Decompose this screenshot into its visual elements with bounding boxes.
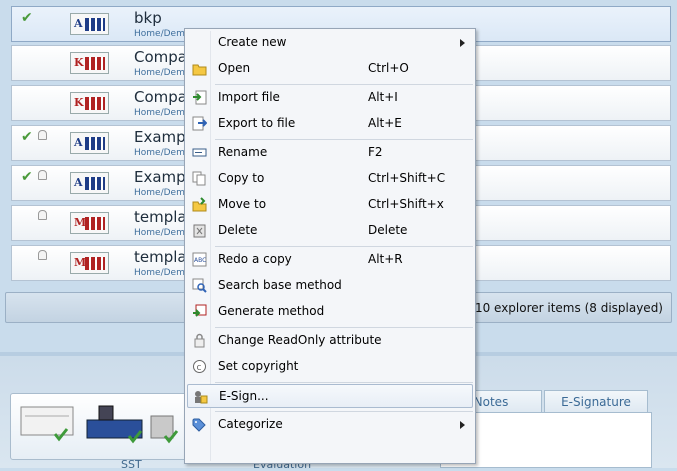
menu-item-shortcut: Delete xyxy=(368,223,408,237)
menu-item-e-sign[interactable]: E-Sign... xyxy=(187,384,473,408)
menu-separator xyxy=(215,139,473,140)
tag-icon xyxy=(192,417,207,432)
item-name: Exampl xyxy=(134,168,190,186)
method-type-icon: M xyxy=(70,252,109,274)
item-name: templa xyxy=(134,248,187,266)
menu-item-shortcut: Ctrl+O xyxy=(368,61,409,75)
method-type-icon: A xyxy=(70,13,109,35)
copy-icon xyxy=(192,171,207,186)
context-menu: Create new Open Ctrl+O Import file Alt+I Expo… xyxy=(184,28,476,464)
export-icon xyxy=(192,116,208,131)
lock-icon xyxy=(38,210,47,220)
menu-item-shortcut: Alt+I xyxy=(368,90,398,104)
tab-e-signature[interactable]: E-Signature xyxy=(544,390,648,412)
menu-item-import-file[interactable]: Import file Alt+I xyxy=(187,86,473,110)
instrument-images xyxy=(10,393,197,460)
method-type-icon: K xyxy=(70,52,109,74)
menu-item-generate-method[interactable]: Generate method xyxy=(187,300,473,324)
lock-icon xyxy=(192,333,207,348)
menu-item-label: E-Sign... xyxy=(219,389,269,403)
menu-item-label: Rename xyxy=(218,145,268,159)
rename-icon xyxy=(192,145,207,160)
method-type-icon: M xyxy=(70,212,109,234)
search-method-icon xyxy=(192,278,207,293)
menu-separator xyxy=(215,411,473,412)
item-name: bkp xyxy=(134,9,162,27)
item-path: Home/Demo xyxy=(134,268,191,278)
status-text: 10 explorer items (8 displayed) xyxy=(474,301,663,315)
menu-item-export-to-file[interactable]: Export to file Alt+E xyxy=(187,112,473,136)
method-type-icon: A xyxy=(70,132,109,154)
menu-item-label: Export to file xyxy=(218,116,296,130)
svg-text:c: c xyxy=(197,363,202,373)
menu-item-shortcut: Ctrl+Shift+x xyxy=(368,197,444,211)
menu-item-label: Copy to xyxy=(218,171,265,185)
menu-item-categorize[interactable]: Categorize xyxy=(187,413,473,437)
menu-item-label: Categorize xyxy=(218,417,283,431)
checkmark-icon: ✔ xyxy=(21,169,33,185)
lock-icon xyxy=(38,170,47,180)
menu-item-delete[interactable]: Delete Delete xyxy=(187,219,473,243)
menu-item-shortcut: Ctrl+Shift+C xyxy=(368,171,446,185)
submenu-arrow-icon xyxy=(460,39,465,47)
item-path: Home/Demo xyxy=(134,68,191,78)
lock-icon xyxy=(38,250,47,260)
menu-item-label: Redo a copy xyxy=(218,252,292,266)
menu-item-move-to[interactable]: Move to Ctrl+Shift+x xyxy=(187,193,473,217)
item-name: Exampl xyxy=(134,128,190,146)
menu-separator xyxy=(215,84,473,85)
sst-label: SST xyxy=(121,458,142,471)
generate-method-icon xyxy=(192,304,207,319)
menu-item-copy-to[interactable]: Copy to Ctrl+Shift+C xyxy=(187,167,473,191)
menu-item-shortcut: Alt+R xyxy=(368,252,403,266)
menu-item-label: Generate method xyxy=(218,304,325,318)
item-path: Home/Demo xyxy=(134,108,191,118)
menu-item-label: Delete xyxy=(218,223,258,237)
menu-item-label: Create new xyxy=(218,35,287,49)
item-path: Home/Demo xyxy=(134,228,191,238)
redo-copy-icon: ABC xyxy=(192,252,207,267)
item-name: Compa xyxy=(134,48,187,66)
menu-item-label: Change ReadOnly attribute xyxy=(218,333,382,347)
svg-text:ABC: ABC xyxy=(194,257,206,264)
lock-icon xyxy=(38,130,47,140)
menu-item-rename[interactable]: Rename F2 xyxy=(187,141,473,165)
checkmark-icon: ✔ xyxy=(21,129,33,145)
import-icon xyxy=(192,90,207,105)
menu-item-set-copyright[interactable]: c Set copyright xyxy=(187,355,473,379)
delete-icon xyxy=(192,223,207,238)
menu-separator xyxy=(215,382,473,383)
instrument-illustration xyxy=(20,405,179,444)
item-name: templa xyxy=(134,208,187,226)
menu-separator xyxy=(215,327,473,328)
checkmark-icon: ✔ xyxy=(21,10,33,26)
method-type-icon: A xyxy=(70,172,109,194)
item-path: Home/Demo xyxy=(134,148,191,158)
menu-item-label: Move to xyxy=(218,197,267,211)
menu-item-change-readonly-attribute[interactable]: Change ReadOnly attribute xyxy=(187,329,473,353)
item-path: Home/Demo xyxy=(134,29,191,39)
menu-item-redo-a-copy[interactable]: ABC Redo a copy Alt+R xyxy=(187,248,473,272)
method-type-icon: K xyxy=(70,92,109,114)
submenu-arrow-icon xyxy=(460,421,465,429)
item-name: Compa xyxy=(134,88,187,106)
menu-item-label: Open xyxy=(218,61,251,75)
menu-item-label: Set copyright xyxy=(218,359,299,373)
menu-item-open[interactable]: Open Ctrl+O xyxy=(187,57,473,81)
menu-item-label: Search base method xyxy=(218,278,342,292)
menu-separator xyxy=(215,246,473,247)
item-path: Home/Demo xyxy=(134,188,191,198)
menu-item-shortcut: Alt+E xyxy=(368,116,402,130)
menu-item-create-new[interactable]: Create new xyxy=(187,31,473,55)
menu-item-search-base-method[interactable]: Search base method xyxy=(187,274,473,298)
move-icon xyxy=(192,197,207,212)
menu-item-shortcut: F2 xyxy=(368,145,383,159)
esign-icon xyxy=(193,389,208,404)
menu-item-label: Import file xyxy=(218,90,280,104)
copyright-icon: c xyxy=(192,359,207,374)
folder-open-icon xyxy=(192,61,207,76)
